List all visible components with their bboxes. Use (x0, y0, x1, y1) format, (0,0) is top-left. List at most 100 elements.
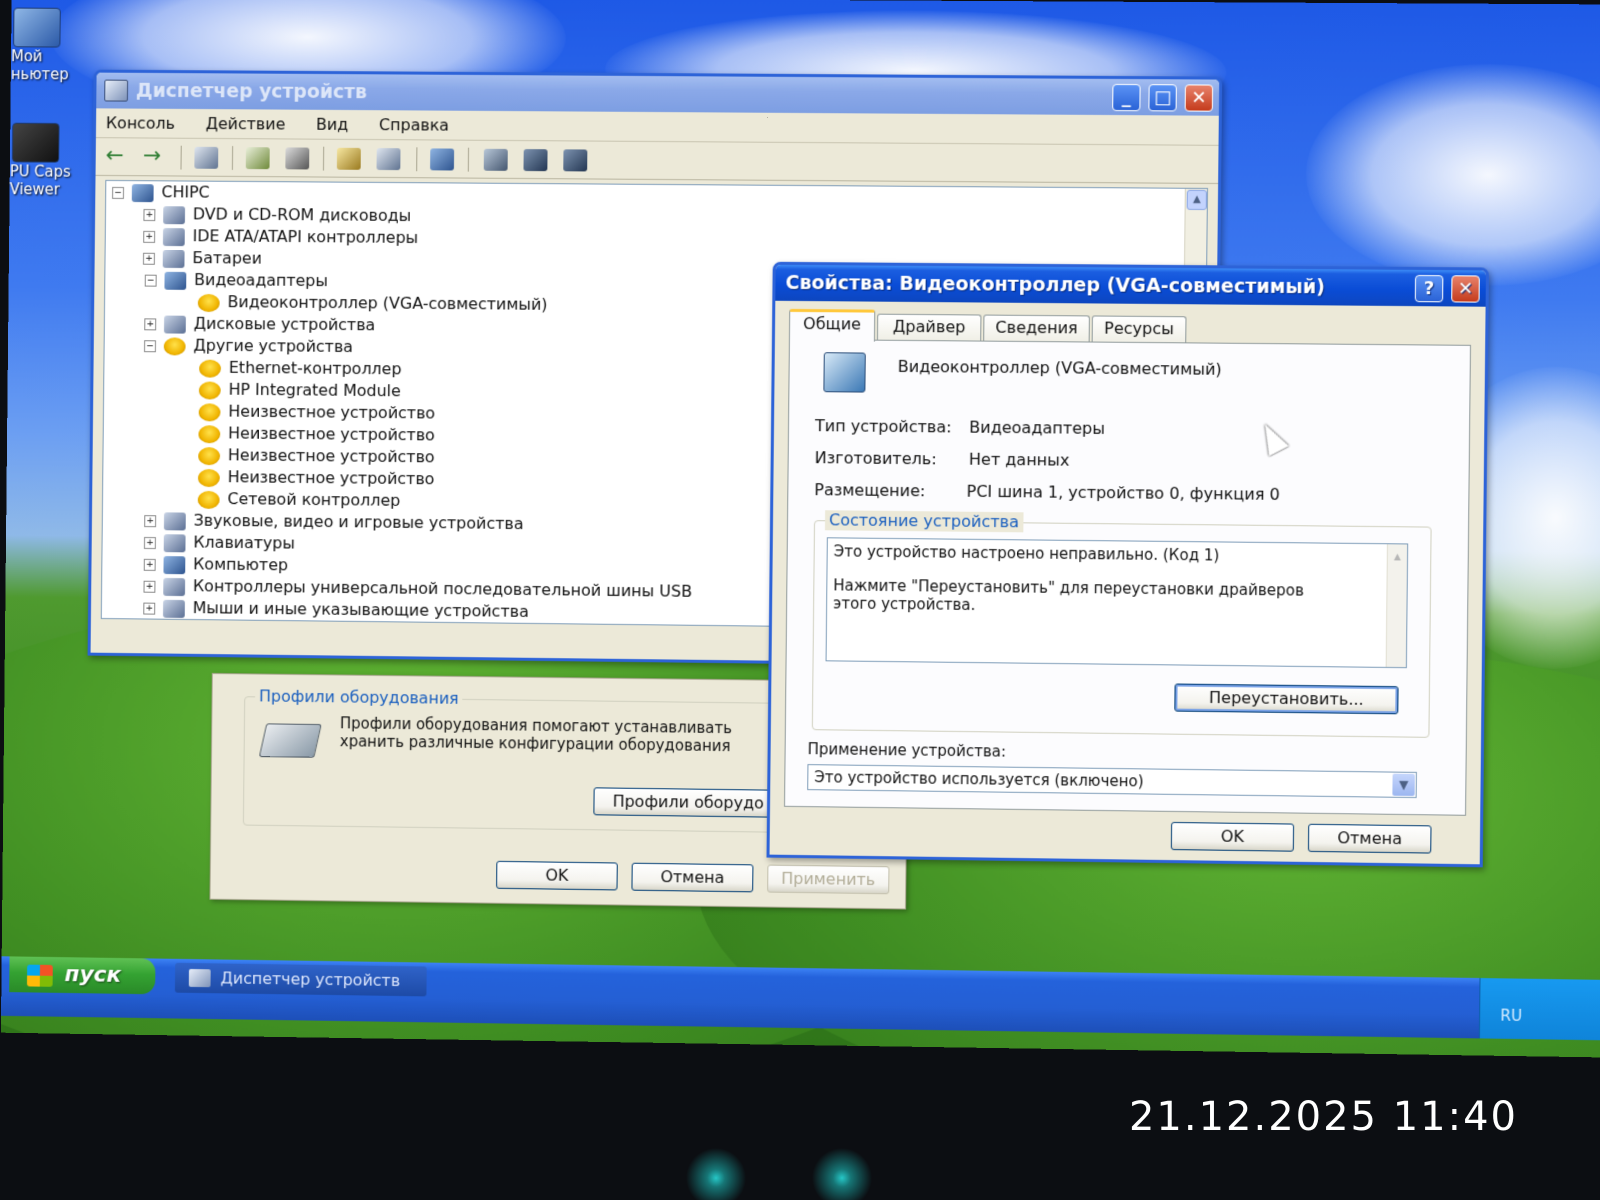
menu-help[interactable]: Справка (379, 110, 449, 140)
tree-category[interactable]: − Другие устройства (144, 334, 353, 358)
properties-icon[interactable] (245, 147, 270, 170)
back-arrow-icon[interactable]: ← (105, 143, 129, 168)
close-button[interactable]: ✕ (1451, 275, 1480, 303)
tree-category[interactable]: + Дисковые устройства (144, 312, 375, 336)
reinstall-button[interactable]: Переустановить... (1174, 683, 1399, 715)
expand-icon[interactable]: + (143, 557, 156, 571)
tree-device-item[interactable]: Неизвестное устройство (198, 422, 435, 446)
question-device-icon (163, 336, 186, 356)
sysprops-apply-button: Применить (767, 864, 890, 895)
scroll-up-icon[interactable]: ▲ (1186, 189, 1207, 211)
taskbar-item-device-manager[interactable]: Диспетчер устройств (174, 962, 427, 997)
mouse-icon (162, 599, 185, 618)
device-status-group: Состояние устройства Это устройство наст… (811, 510, 1432, 738)
properties-titlebar[interactable]: Свойства: Видеоконтроллер (VGA-совместим… (775, 264, 1486, 307)
menu-console[interactable]: Консоль (106, 108, 175, 138)
start-button[interactable]: пуск (9, 956, 156, 995)
update-driver-icon[interactable] (483, 148, 508, 171)
tab-driver[interactable]: Драйвер (876, 313, 982, 341)
expand-icon[interactable]: + (143, 623, 156, 632)
toolbar: ← → (95, 138, 1219, 185)
tree-device-item[interactable]: Видеоконтроллер (VGA-совместимый) (197, 291, 548, 316)
help-icon[interactable] (336, 147, 361, 170)
tab-resources[interactable]: Ресурсы (1091, 315, 1187, 343)
menu-action[interactable]: Действие (205, 109, 286, 139)
scroll-up-icon[interactable]: ▲ (1388, 548, 1407, 566)
computer-icon (13, 7, 61, 48)
print-icon[interactable] (285, 147, 310, 170)
tree-device-item[interactable]: Неизвестное устройство (198, 400, 436, 424)
collapse-icon[interactable]: − (144, 273, 157, 287)
device-name: Видеоконтроллер (VGA-совместимый) (897, 356, 1222, 379)
device-manager-titlebar[interactable]: Диспетчер устройств _ □ ✕ (96, 72, 1220, 116)
computer-icon (131, 183, 154, 202)
hardware-profiles-button[interactable]: Профили оборудо (593, 787, 784, 818)
expand-icon[interactable]: + (143, 229, 156, 243)
tree-device-item[interactable]: Неизвестное устройство (197, 466, 435, 490)
collapse-icon[interactable]: − (144, 339, 157, 352)
tree-category[interactable]: + IDE ATA/ATAPI контроллеры (143, 225, 418, 249)
desktop-icon-caps-viewer[interactable]: PU Caps Viewer (10, 122, 88, 199)
tree-device-item[interactable]: Неизвестное устройство (198, 444, 435, 468)
help-button[interactable]: ? (1414, 274, 1444, 303)
tree-device-item[interactable]: Ethernet-контроллер (199, 357, 402, 381)
monitor-led (676, 1148, 756, 1200)
warning-icon (198, 380, 221, 400)
maximize-button[interactable]: □ (1148, 84, 1177, 112)
tab-general[interactable]: Общие (788, 308, 876, 342)
tree-device-item[interactable]: HP Integrated Module (198, 378, 401, 402)
tree-category[interactable]: + Батареи (142, 247, 262, 270)
photo-timestamp: 21.12.2025 11:40 (1128, 1094, 1518, 1140)
device-status-legend: Состояние устройства (824, 510, 1024, 533)
expand-icon[interactable]: + (143, 208, 156, 221)
tree-category[interactable]: + Компьютер (143, 553, 288, 576)
power-led (802, 1148, 882, 1200)
minimize-button[interactable]: _ (1112, 83, 1141, 112)
language-indicator[interactable]: RU (1500, 1007, 1522, 1025)
expand-icon[interactable]: + (144, 317, 157, 330)
usb-icon (163, 577, 186, 596)
show-hide-tree-icon[interactable] (194, 146, 219, 169)
tree-device-item[interactable]: Сетевой контроллер (197, 488, 401, 512)
tree-category[interactable]: + Процессоры (143, 618, 294, 632)
tree-root[interactable]: − CHIPC (112, 181, 210, 204)
hardware-profile-icon (258, 723, 322, 758)
disable-device-icon[interactable] (563, 149, 588, 172)
device-type-value: Видеоадаптеры (969, 417, 1106, 438)
tree-category[interactable]: + Клавиатуры (143, 531, 295, 554)
sysprops-ok-button[interactable]: OK (496, 860, 618, 891)
chevron-down-icon[interactable]: ▼ (1392, 773, 1415, 797)
status-scrollbar[interactable]: ▲ (1385, 544, 1408, 668)
tab-details[interactable]: Сведения (983, 314, 1090, 342)
processor-icon (162, 621, 185, 632)
battery-icon (162, 249, 185, 268)
device-usage-select[interactable]: Это устройство используется (включено) ▼ (807, 764, 1417, 799)
properties-ok-button[interactable]: OK (1170, 821, 1295, 852)
forward-arrow-icon[interactable]: → (143, 143, 167, 168)
properties-cancel-button[interactable]: Отмена (1307, 823, 1432, 854)
desktop-icon-my-computer[interactable]: Мой ньютер (11, 7, 89, 84)
manufacturer-value: Нет данных (968, 449, 1070, 470)
uninstall-icon[interactable] (523, 149, 548, 172)
close-button[interactable]: ✕ (1184, 84, 1214, 112)
expand-icon[interactable]: + (142, 251, 155, 265)
scan-hardware-icon[interactable] (430, 148, 455, 171)
device-status-text[interactable]: Это устройство настроено неправильно. (К… (825, 537, 1409, 669)
menu-view[interactable]: Вид (316, 110, 348, 140)
monitor-warning-icon (823, 352, 866, 393)
computer-icon (163, 555, 186, 574)
expand-icon[interactable]: + (144, 514, 157, 527)
cdrom-icon (163, 205, 186, 224)
gpu-chip-icon (11, 122, 60, 163)
tree-category[interactable]: + DVD и CD-ROM дисководы (143, 203, 411, 227)
view-icon[interactable] (376, 148, 401, 171)
sysprops-cancel-button[interactable]: Отмена (631, 862, 754, 893)
system-tray: RU (1478, 978, 1600, 1041)
display-adapter-icon (164, 271, 187, 290)
keyboard-icon (163, 533, 186, 552)
collapse-icon[interactable]: − (112, 185, 125, 199)
expand-icon[interactable]: + (143, 579, 156, 593)
tree-category[interactable]: − Видеоадаптеры (144, 269, 328, 292)
expand-icon[interactable]: + (143, 601, 156, 615)
expand-icon[interactable]: + (143, 536, 156, 549)
